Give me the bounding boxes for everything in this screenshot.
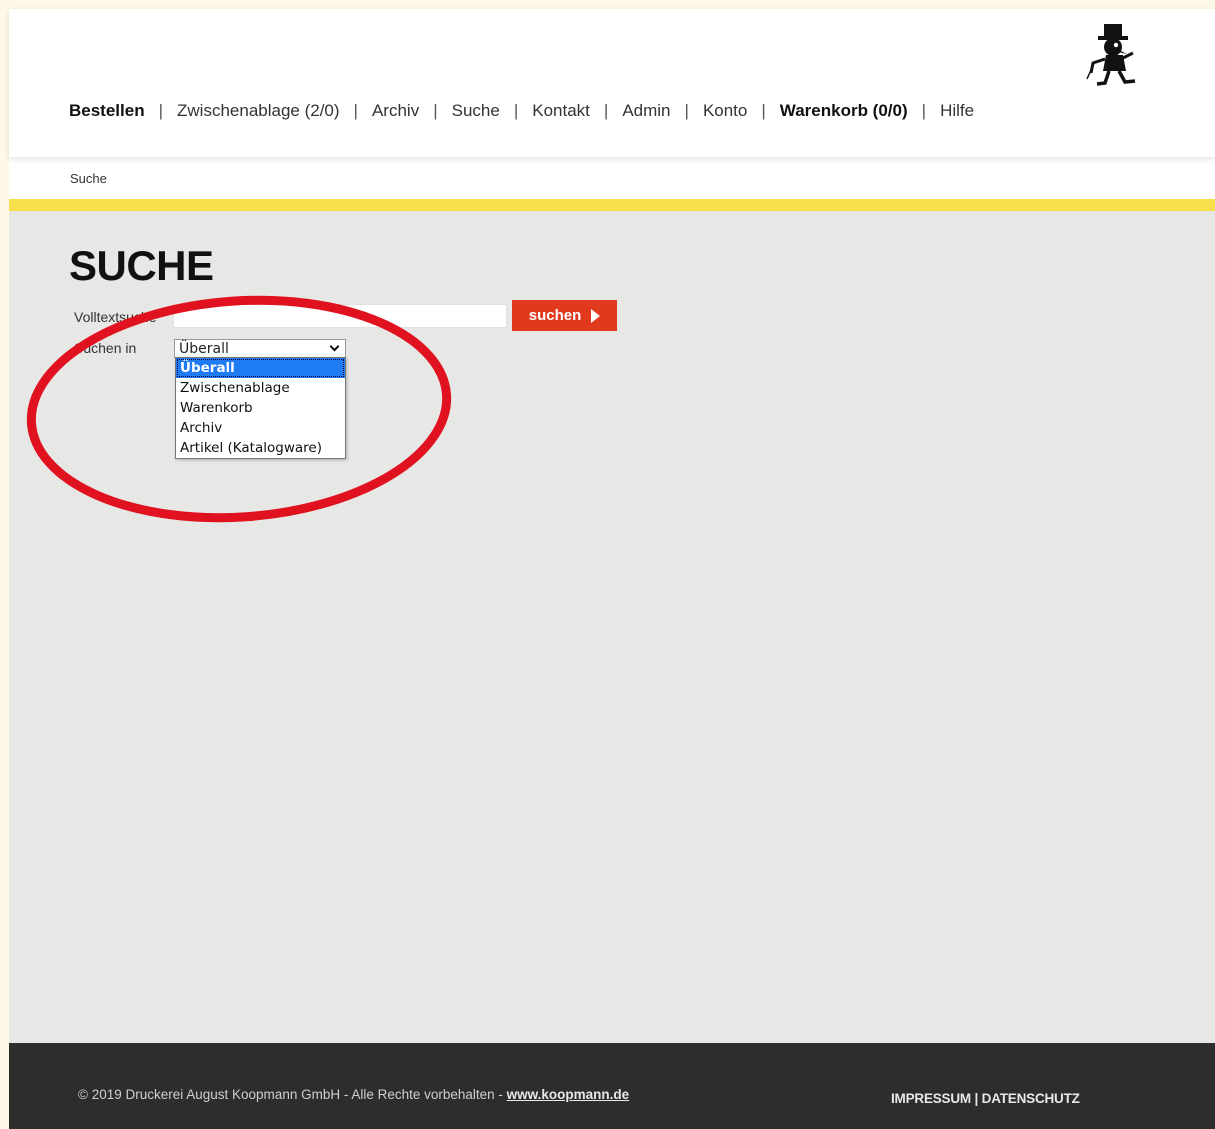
nav-zwischenablage[interactable]: Zwischenablage (2/0)	[177, 101, 340, 121]
impressum-link[interactable]: IMPRESSUM	[891, 1091, 971, 1106]
fulltext-label: Volltextsuche	[74, 309, 157, 325]
scope-option-archiv[interactable]: Archiv	[176, 418, 345, 438]
copyright-text: © 2019 Druckerei August Koopmann GmbH - …	[78, 1087, 629, 1102]
search-button-label: suchen	[528, 307, 582, 324]
nav-kontakt[interactable]: Kontakt	[532, 101, 590, 121]
legal-separator: |	[970, 1091, 982, 1106]
datenschutz-link[interactable]: DATENSCHUTZ	[982, 1091, 1080, 1106]
nav-warenkorb[interactable]: Warenkorb (0/0)	[780, 101, 908, 121]
scope-label: Suchen in	[74, 340, 137, 356]
koopmann-site-link[interactable]: www.koopmann.de	[507, 1087, 630, 1102]
nav-separator: |	[603, 101, 609, 120]
nav-archiv[interactable]: Archiv	[372, 101, 419, 121]
scope-selected-value: Überall	[179, 340, 229, 357]
page-frame: Bestellen | Zwischenablage (2/0) | Archi…	[9, 9, 1215, 1129]
scope-option-warenkorb[interactable]: Warenkorb	[176, 398, 345, 418]
scope-option-ueberall[interactable]: Überall	[176, 358, 345, 378]
nav-admin[interactable]: Admin	[622, 101, 670, 121]
main-navigation: Bestellen | Zwischenablage (2/0) | Archi…	[69, 101, 974, 121]
nav-bestellen[interactable]: Bestellen	[69, 101, 145, 121]
nav-separator: |	[353, 101, 358, 120]
nav-separator: |	[513, 101, 519, 120]
nav-hilfe[interactable]: Hilfe	[940, 101, 974, 121]
scope-option-zwischenablage[interactable]: Zwischenablage	[176, 378, 345, 398]
nav-separator: |	[761, 101, 766, 120]
nav-separator: |	[433, 101, 438, 120]
copyright-notice: © 2019 Druckerei August Koopmann GmbH - …	[78, 1087, 507, 1102]
legal-links: IMPRESSUM | DATENSCHUTZ	[891, 1091, 1080, 1106]
search-button[interactable]: suchen	[512, 300, 617, 331]
play-arrow-icon	[591, 308, 601, 323]
nav-konto[interactable]: Konto	[703, 101, 747, 121]
breadcrumb-bar: Suche	[9, 157, 1215, 199]
chevron-down-icon	[329, 341, 340, 352]
breadcrumb[interactable]: Suche	[70, 171, 107, 186]
site-footer: © 2019 Druckerei August Koopmann GmbH - …	[9, 1043, 1215, 1129]
fulltext-search-input[interactable]	[173, 304, 507, 328]
page-title: SUCHE	[69, 242, 214, 289]
nav-suche[interactable]: Suche	[452, 101, 500, 121]
nav-separator: |	[684, 101, 689, 120]
scope-dropdown-list: Überall Zwischenablage Warenkorb Archiv …	[175, 357, 346, 459]
chimney-sweep-logo-icon[interactable]	[1081, 21, 1143, 87]
nav-separator: |	[921, 101, 927, 120]
nav-separator: |	[158, 101, 164, 120]
scope-option-artikel[interactable]: Artikel (Katalogware)	[176, 438, 345, 458]
scope-select[interactable]: Überall	[174, 339, 346, 358]
site-header: Bestellen | Zwischenablage (2/0) | Archi…	[9, 9, 1215, 157]
yellow-stripe	[9, 199, 1215, 211]
